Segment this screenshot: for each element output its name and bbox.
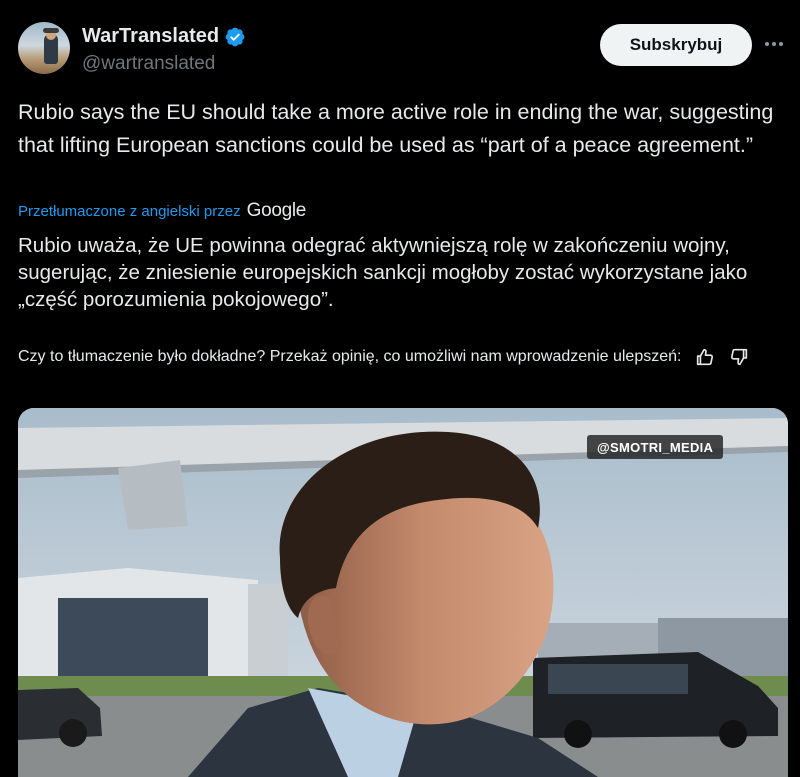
tweet-text: Rubio says the EU should take a more act… <box>18 100 774 157</box>
avatar[interactable] <box>18 22 70 74</box>
name-row: WarTranslated <box>82 25 246 48</box>
avatar-hat <box>43 28 59 33</box>
user-handle[interactable]: @wartranslated <box>82 53 215 75</box>
subscribe-button[interactable]: Subskrybuj <box>600 24 752 66</box>
verified-badge-icon <box>225 27 245 46</box>
translation-attribution: Przetłumaczone z angielski przez Google <box>18 200 306 222</box>
translation-feedback: Czy to tłumaczenie było dokładne? Przeka… <box>18 345 778 368</box>
thumbs-down-icon[interactable] <box>728 346 750 368</box>
video-frame <box>18 408 788 777</box>
translated-by-link[interactable]: Przetłumaczone z angielski przez <box>18 203 241 220</box>
video-media[interactable]: @SMOTRI_MEDIA <box>18 408 788 777</box>
feedback-text: Czy to tłumaczenie było dokładne? Przeka… <box>18 348 682 365</box>
tweet-header: WarTranslated @wartranslated Subskrybuj <box>18 22 783 78</box>
google-logo: Google <box>246 200 307 221</box>
translated-text: Rubio uważa, że UE powinna odegrać aktyw… <box>18 234 748 311</box>
thumbs-up-icon[interactable] <box>694 346 716 368</box>
display-name[interactable]: WarTranslated <box>82 25 219 48</box>
more-dots-icon[interactable] <box>762 34 786 54</box>
video-watermark: @SMOTRI_MEDIA <box>587 435 724 459</box>
